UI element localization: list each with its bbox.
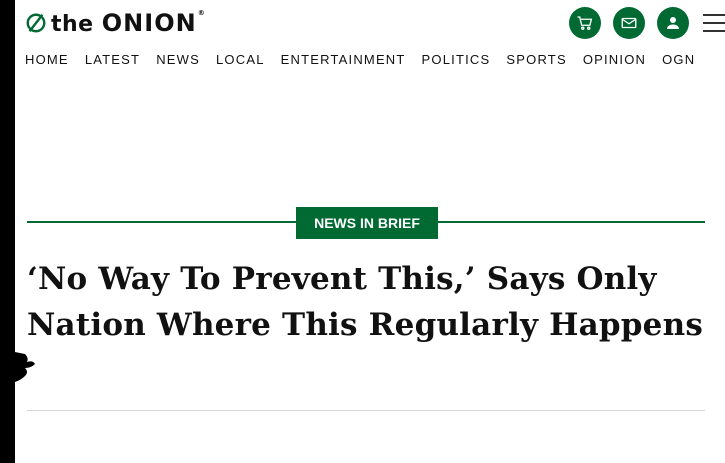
envelope-icon (621, 17, 637, 29)
article-headline: ‘No Way To Prevent This,’ Says Only Nati… (27, 261, 703, 343)
nav-item-opinion[interactable]: OPINION (583, 52, 646, 67)
nav-item-entertainment[interactable]: ENTERTAINMENT (281, 52, 406, 67)
nav-item-news[interactable]: NEWS (156, 52, 200, 67)
site-logo[interactable]: the ONION® (25, 8, 205, 38)
nav-item-latest[interactable]: LATEST (85, 52, 140, 67)
page: the ONION® HOME LATEST NEWS LOCAL ENTERT… (15, 0, 725, 463)
logo-the: the (51, 12, 94, 37)
edge-blob (15, 352, 35, 382)
logo-registered-mark: ® (197, 9, 206, 17)
user-icon (667, 17, 679, 29)
header-actions (569, 6, 725, 40)
account-button[interactable] (657, 7, 689, 39)
logo-text: the ONION® (51, 9, 205, 37)
shopping-cart-icon (577, 16, 593, 30)
headline-separator (27, 410, 705, 411)
logo-onion: ONION (101, 9, 197, 37)
nav-item-sports[interactable]: SPORTS (506, 52, 566, 67)
main-nav: HOME LATEST NEWS LOCAL ENTERTAINMENT POL… (25, 52, 711, 67)
shop-button[interactable] (569, 7, 601, 39)
onion-logo-icon (26, 13, 46, 33)
nav-item-local[interactable]: LOCAL (216, 52, 265, 67)
newsletter-button[interactable] (613, 7, 645, 39)
hamburger-menu-icon[interactable] (703, 14, 725, 32)
nav-item-home[interactable]: HOME (25, 52, 69, 67)
category-tag[interactable]: NEWS IN BRIEF (296, 207, 438, 239)
nav-item-ogn[interactable]: OGN (662, 52, 695, 67)
category-divider: NEWS IN BRIEF (27, 207, 705, 239)
nav-item-politics[interactable]: POLITICS (422, 52, 491, 67)
